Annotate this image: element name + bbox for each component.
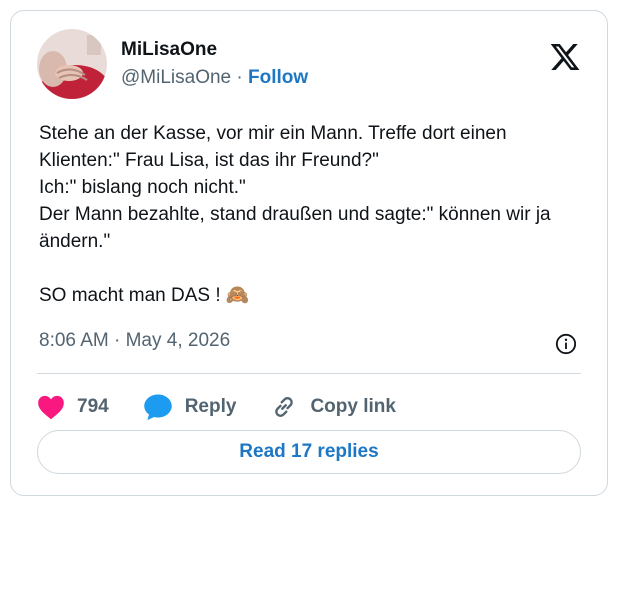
post-text: Stehe an der Kasse, vor mir ein Mann. Tr…: [39, 123, 551, 306]
heart-icon: [38, 395, 64, 420]
timestamp-separator: ·: [114, 330, 121, 351]
handle-separator: ·: [236, 67, 243, 88]
reply-label: Reply: [184, 396, 237, 417]
author-display-name[interactable]: MiLisaOne: [121, 39, 217, 61]
action-bar: 794 Reply Copy link: [37, 387, 430, 427]
info-icon[interactable]: [555, 333, 577, 355]
speech-bubble-icon: [143, 394, 172, 421]
post-date: May 4, 2026: [125, 330, 231, 351]
author-handle[interactable]: @MiLisaOne: [121, 67, 231, 88]
divider: [37, 373, 581, 374]
avatar-image: [37, 29, 107, 99]
follow-button[interactable]: Follow: [248, 67, 308, 88]
avatar[interactable]: [37, 29, 107, 99]
x-logo-icon[interactable]: [549, 41, 581, 73]
post-card: MiLisaOne @MiLisaOne · Follow Stehe an d…: [10, 10, 608, 496]
author-handle-row: @MiLisaOne · Follow: [121, 67, 308, 89]
like-count: 794: [77, 396, 109, 417]
reply-button[interactable]: Reply: [143, 393, 237, 421]
copy-link-label: Copy link: [310, 396, 396, 417]
timestamp[interactable]: 8:06 AM · May 4, 2026: [39, 330, 230, 352]
post-time: 8:06 AM: [39, 330, 109, 351]
link-icon: [275, 397, 294, 417]
read-replies-button[interactable]: Read 17 replies: [37, 430, 581, 474]
like-button[interactable]: 794: [37, 394, 109, 420]
copy-link-button[interactable]: Copy link: [270, 393, 396, 421]
